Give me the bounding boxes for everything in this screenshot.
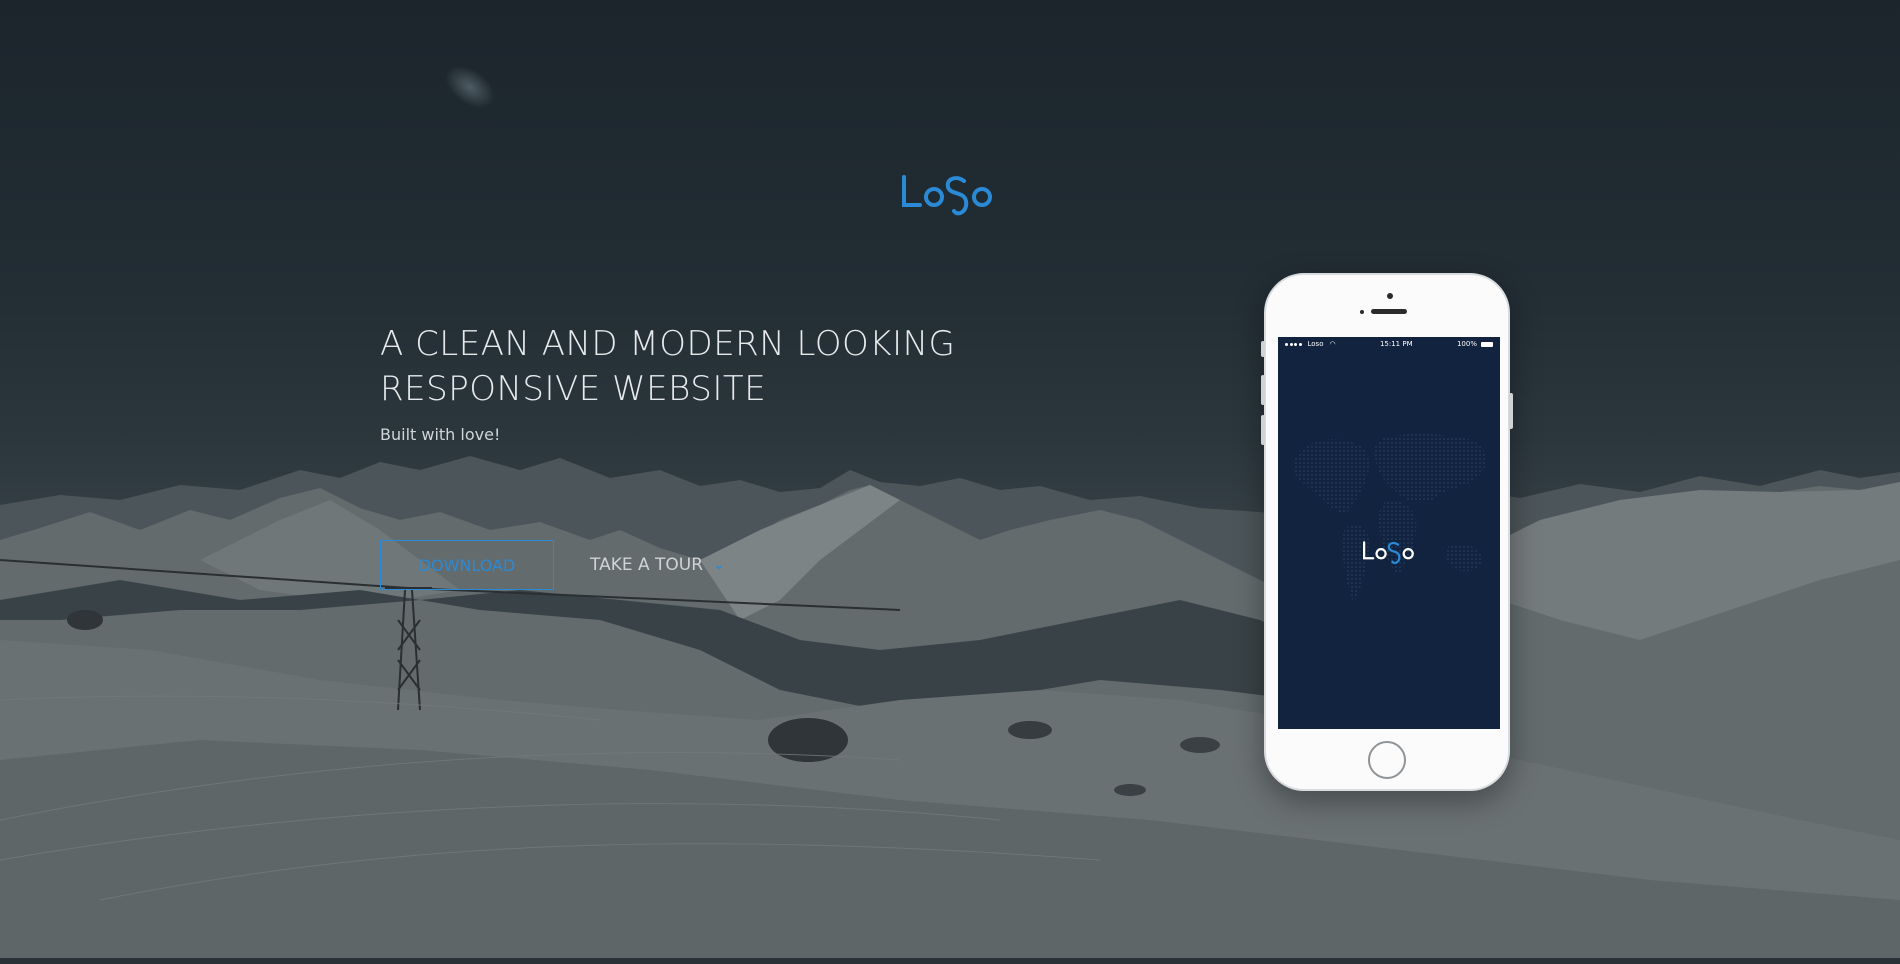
- hero-subline: Built with love!: [380, 425, 501, 444]
- take-a-tour-button[interactable]: TAKE A TOUR ⌄: [590, 540, 725, 590]
- phone-home-button: [1368, 741, 1406, 779]
- phone-volume-down: [1261, 415, 1265, 445]
- phone-camera: [1387, 293, 1393, 299]
- mountain-background: [0, 456, 1900, 958]
- phone-screen: Loso ◠ 15:11 PM 100%: [1278, 337, 1500, 729]
- hero-section: [0, 0, 1900, 958]
- phone-volume-up: [1261, 375, 1265, 405]
- bottom-edge: [0, 958, 1900, 964]
- headline-line-1: A CLEAN AND MODERN LOOKING: [380, 324, 956, 364]
- world-map-icon: [1293, 434, 1487, 603]
- tour-label: TAKE A TOUR: [590, 555, 704, 575]
- phone-status-bar: Loso ◠ 15:11 PM 100%: [1278, 337, 1500, 351]
- battery-icon: [1480, 341, 1493, 347]
- phone-speaker: [1371, 309, 1407, 314]
- phone-mute-switch: [1261, 341, 1265, 357]
- wifi-icon: ◠: [1329, 340, 1336, 348]
- app-logo-icon: [1362, 541, 1414, 565]
- phone-mockup: Loso ◠ 15:11 PM 100%: [1261, 273, 1513, 791]
- signal-icon: [1285, 342, 1302, 346]
- logo-icon: [902, 175, 992, 216]
- download-button[interactable]: DOWNLOAD: [380, 540, 554, 590]
- phone-power-button: [1509, 393, 1513, 429]
- hero-headline: A CLEAN AND MODERN LOOKING RESPONSIVE WE…: [380, 322, 1020, 412]
- brand-logo[interactable]: [896, 168, 1000, 220]
- app-logo: [1278, 537, 1500, 567]
- headline-line-2: RESPONSIVE WEBSITE: [380, 369, 767, 409]
- battery-percent: 100%: [1456, 340, 1477, 348]
- status-time: 15:11 PM: [1379, 340, 1413, 348]
- carrier-name: Loso: [1307, 340, 1324, 348]
- chevron-down-icon: ⌄: [713, 557, 725, 573]
- phone-sensor: [1360, 310, 1364, 314]
